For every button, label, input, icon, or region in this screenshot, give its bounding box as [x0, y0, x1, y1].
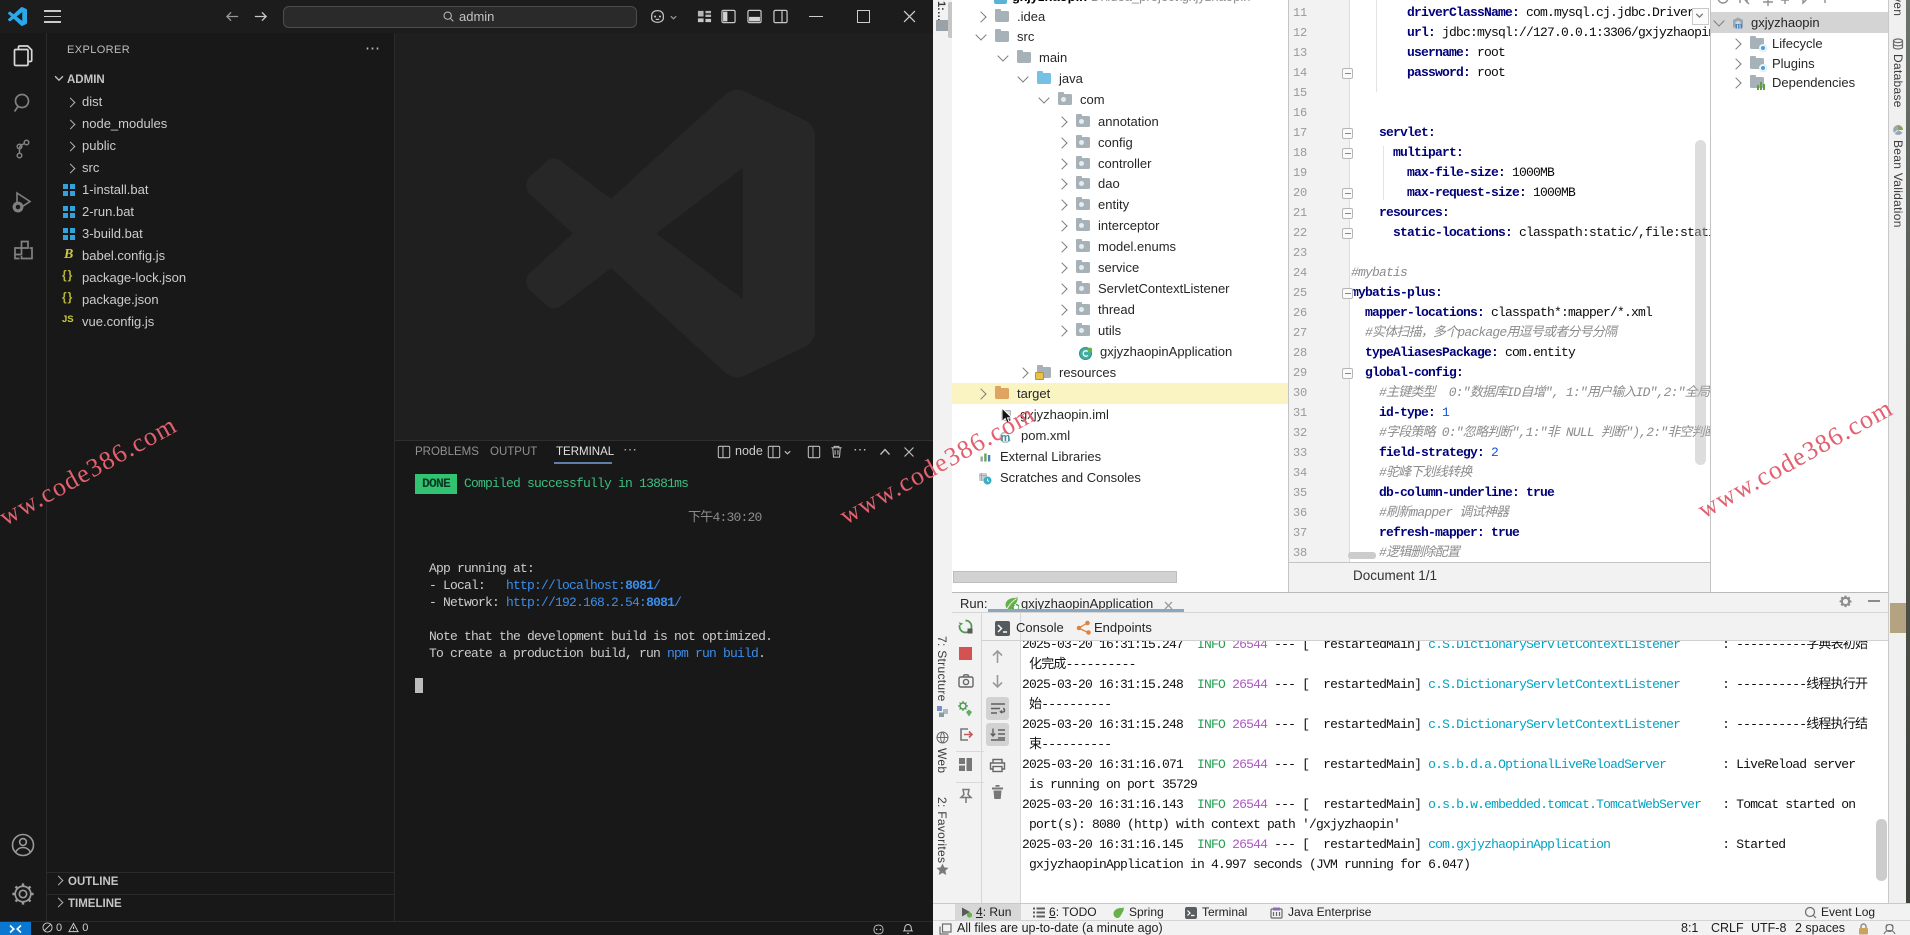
svg-text:m: m — [1735, 21, 1743, 30]
